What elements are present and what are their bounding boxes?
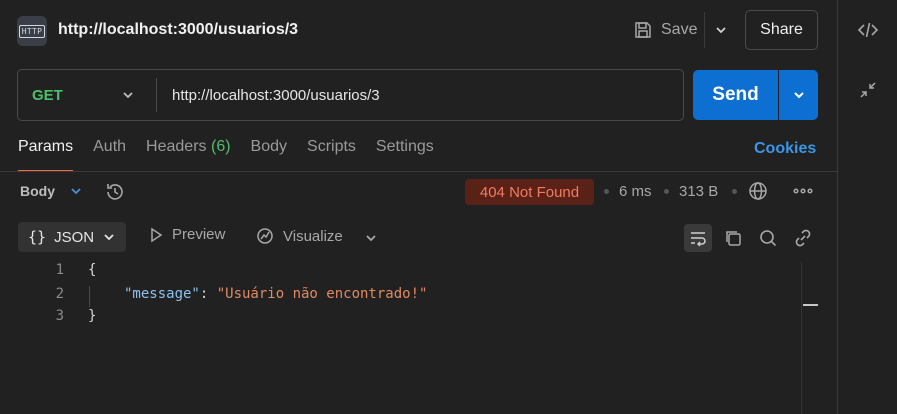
wrap-lines-button[interactable] bbox=[684, 224, 712, 252]
tab-auth[interactable]: Auth bbox=[93, 138, 126, 172]
line-number: 1 bbox=[55, 262, 64, 278]
code-line: 2 "message": "Usuário não encontrado!" bbox=[0, 286, 800, 308]
divider bbox=[0, 171, 837, 172]
code-text: { bbox=[88, 262, 97, 278]
json-separator: : bbox=[199, 286, 217, 302]
url-input[interactable]: http://localhost:3000/usuarios/3 bbox=[172, 70, 380, 120]
tab-label: Scripts bbox=[307, 138, 356, 155]
status-badge: 404 Not Found bbox=[465, 179, 594, 205]
scrollbar[interactable] bbox=[801, 262, 818, 414]
separator-dot bbox=[732, 189, 737, 194]
response-time: 6 ms bbox=[619, 183, 652, 200]
divider bbox=[156, 78, 157, 112]
cookies-link[interactable]: Cookies bbox=[754, 140, 816, 158]
share-button[interactable]: Share bbox=[745, 10, 818, 50]
send-button[interactable]: Send bbox=[693, 70, 778, 120]
http-icon: HTTP bbox=[17, 16, 47, 46]
main-panel: HTTP http://localhost:3000/usuarios/3 Sa… bbox=[0, 0, 837, 414]
separator-dot bbox=[604, 189, 609, 194]
code-text: "message": "Usuário não encontrado!" bbox=[124, 286, 427, 302]
tab-label: Headers bbox=[146, 138, 207, 155]
line-number: 2 bbox=[55, 286, 64, 302]
preview-play-icon bbox=[151, 227, 163, 242]
link-icon bbox=[795, 229, 811, 247]
tab-label: Auth bbox=[93, 138, 127, 155]
request-tabs: Params Auth Headers (6) Body Scripts Set… bbox=[18, 138, 454, 172]
headers-count: (6) bbox=[210, 138, 231, 155]
history-icon[interactable] bbox=[104, 181, 126, 208]
format-select[interactable]: {} JSON bbox=[18, 222, 126, 252]
method-select[interactable]: GET bbox=[18, 70, 157, 120]
chevron-down-icon bbox=[793, 92, 804, 99]
line-number: 3 bbox=[55, 308, 64, 324]
collapse-icon[interactable] bbox=[856, 78, 880, 102]
indent-guide bbox=[89, 286, 90, 307]
format-label: JSON bbox=[54, 228, 95, 246]
send-options-button[interactable] bbox=[779, 70, 818, 120]
request-header: HTTP http://localhost:3000/usuarios/3 Sa… bbox=[0, 0, 837, 62]
tab-body[interactable]: Body bbox=[251, 138, 287, 172]
link-button[interactable] bbox=[789, 224, 817, 252]
save-options-button[interactable] bbox=[704, 12, 736, 48]
code-icon[interactable] bbox=[856, 18, 880, 42]
globe-icon[interactable] bbox=[747, 180, 769, 207]
preview-label: Preview bbox=[172, 226, 226, 243]
tab-headers[interactable]: Headers (6) bbox=[146, 138, 231, 172]
tab-label: Params bbox=[18, 138, 74, 155]
save-label: Save bbox=[661, 21, 698, 38]
visualize-label: Visualize bbox=[283, 227, 343, 245]
json-braces-icon: {} bbox=[28, 228, 47, 246]
code-line: 1 { bbox=[0, 262, 800, 284]
copy-icon bbox=[726, 231, 741, 246]
more-icon[interactable] bbox=[792, 180, 814, 207]
search-button[interactable] bbox=[754, 224, 782, 252]
tab-settings[interactable]: Settings bbox=[376, 138, 434, 172]
visualize-icon bbox=[257, 228, 273, 244]
wrap-icon bbox=[691, 232, 706, 247]
request-title[interactable]: http://localhost:3000/usuarios/3 bbox=[58, 21, 298, 39]
visualize-button[interactable]: Visualize bbox=[255, 226, 343, 246]
json-value: "Usuário não encontrado!" bbox=[216, 286, 428, 302]
http-icon-label: HTTP bbox=[18, 24, 46, 38]
tab-label: Body bbox=[250, 138, 288, 155]
json-key: "message" bbox=[124, 286, 200, 302]
code-line: 3 } bbox=[0, 308, 800, 330]
response-section-label[interactable]: Body bbox=[20, 183, 55, 199]
chevron-down-icon bbox=[366, 235, 376, 242]
visualize-options-button[interactable] bbox=[357, 224, 385, 252]
tab-params[interactable]: Params bbox=[18, 138, 74, 172]
search-icon bbox=[760, 230, 777, 247]
preview-button[interactable]: Preview bbox=[148, 226, 225, 243]
tab-scripts[interactable]: Scripts bbox=[307, 138, 356, 172]
chevron-down-icon[interactable] bbox=[68, 183, 84, 204]
save-icon bbox=[635, 22, 651, 38]
save-button[interactable]: Save bbox=[626, 12, 704, 48]
right-sidebar bbox=[837, 0, 897, 414]
chevron-down-icon bbox=[120, 87, 136, 108]
scrollbar-marker bbox=[803, 304, 818, 306]
copy-button[interactable] bbox=[719, 224, 747, 252]
code-text: } bbox=[88, 308, 97, 324]
tab-label: Settings bbox=[375, 138, 434, 155]
separator-dot bbox=[664, 189, 669, 194]
method-label: GET bbox=[32, 86, 63, 104]
response-size: 313 B bbox=[679, 183, 719, 200]
chevron-down-icon bbox=[104, 234, 114, 241]
chevron-down-icon bbox=[715, 27, 726, 34]
url-bar: GET http://localhost:3000/usuarios/3 bbox=[17, 69, 684, 121]
